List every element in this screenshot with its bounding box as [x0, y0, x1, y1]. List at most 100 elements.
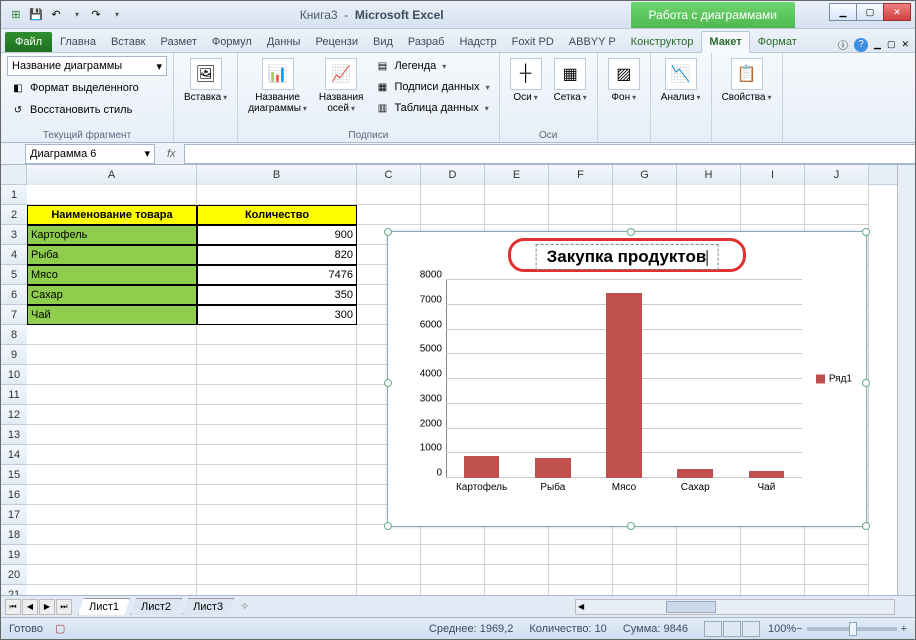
row-header-13[interactable]: 13	[1, 425, 27, 445]
cell[interactable]	[357, 205, 421, 225]
cell[interactable]	[677, 205, 741, 225]
cell[interactable]	[197, 505, 357, 525]
chart-handle-n[interactable]	[627, 228, 635, 236]
row-header-7[interactable]: 7	[1, 305, 27, 325]
zoom-out-button[interactable]: −	[796, 623, 802, 635]
cell[interactable]	[27, 465, 197, 485]
chart-handle-nw[interactable]	[384, 228, 392, 236]
col-header-D[interactable]: D	[421, 165, 485, 185]
cell[interactable]	[197, 345, 357, 365]
cell[interactable]	[27, 345, 197, 365]
col-header-I[interactable]: I	[741, 165, 805, 185]
cell[interactable]	[613, 545, 677, 565]
cell[interactable]	[549, 205, 613, 225]
cell[interactable]	[613, 525, 677, 545]
cell[interactable]: Сахар	[27, 285, 197, 305]
tab-8[interactable]: Надстр	[452, 32, 503, 52]
cell[interactable]	[197, 445, 357, 465]
qat-customize[interactable]	[107, 6, 125, 24]
row-header-3[interactable]: 3	[1, 225, 27, 245]
cell[interactable]	[805, 525, 869, 545]
row-header-4[interactable]: 4	[1, 245, 27, 265]
cell[interactable]	[485, 585, 549, 595]
row-header-16[interactable]: 16	[1, 485, 27, 505]
cell[interactable]	[741, 205, 805, 225]
cell[interactable]	[197, 545, 357, 565]
chart-plot-area[interactable]: 010002000300040005000600070008000Картофе…	[446, 280, 802, 498]
embedded-chart[interactable]: Закупка продуктов 0100020003000400050006…	[387, 231, 867, 527]
cell[interactable]	[421, 525, 485, 545]
vertical-scrollbar[interactable]	[897, 165, 915, 595]
tab-9[interactable]: Foxit PD	[505, 32, 561, 52]
cell[interactable]	[421, 545, 485, 565]
cell[interactable]: 820	[197, 245, 357, 265]
select-all-corner[interactable]	[1, 165, 27, 185]
bar-Мясо[interactable]	[606, 293, 642, 478]
help-icon[interactable]: ?	[854, 38, 868, 52]
cell[interactable]	[27, 365, 197, 385]
cell[interactable]	[27, 505, 197, 525]
col-header-B[interactable]: B	[197, 165, 357, 185]
new-sheet-icon[interactable]: ✧	[240, 600, 249, 613]
cell[interactable]	[27, 185, 197, 205]
cell[interactable]: 300	[197, 305, 357, 325]
cell[interactable]	[421, 185, 485, 205]
tab-3[interactable]: Формул	[205, 32, 259, 52]
cell[interactable]	[197, 485, 357, 505]
row-header-11[interactable]: 11	[1, 385, 27, 405]
chart-element-selector[interactable]: Название диаграммы▾	[7, 56, 167, 76]
zoom-thumb[interactable]	[849, 622, 857, 636]
cell[interactable]	[27, 405, 197, 425]
axes-button[interactable]: ┼Оси	[506, 56, 546, 105]
fx-label[interactable]: fx	[167, 148, 176, 160]
row-header-20[interactable]: 20	[1, 565, 27, 585]
cell[interactable]	[197, 525, 357, 545]
cell[interactable]	[549, 525, 613, 545]
redo-icon[interactable]: ↷	[87, 6, 105, 24]
row-header-12[interactable]: 12	[1, 405, 27, 425]
col-header-E[interactable]: E	[485, 165, 549, 185]
view-normal[interactable]	[704, 621, 722, 637]
cell[interactable]	[677, 585, 741, 595]
view-page-layout[interactable]	[723, 621, 741, 637]
cell[interactable]	[549, 585, 613, 595]
cell[interactable]	[485, 565, 549, 585]
row-header-14[interactable]: 14	[1, 445, 27, 465]
cell[interactable]	[485, 185, 549, 205]
cell[interactable]	[357, 185, 421, 205]
sheet-tab-3[interactable]: Лист3	[182, 598, 234, 615]
macro-record-icon[interactable]: ▢	[55, 622, 65, 635]
row-header-6[interactable]: 6	[1, 285, 27, 305]
cell[interactable]	[357, 545, 421, 565]
cell[interactable]	[741, 585, 805, 595]
cell[interactable]	[677, 525, 741, 545]
workbook-close-icon[interactable]: ✕	[901, 39, 909, 50]
horizontal-scrollbar[interactable]: ◀	[575, 599, 895, 615]
tab-5[interactable]: Рецензи	[308, 32, 365, 52]
row-header-21[interactable]: 21	[1, 585, 27, 595]
row-header-5[interactable]: 5	[1, 265, 27, 285]
cell[interactable]	[805, 205, 869, 225]
chart-title-editbox[interactable]: Закупка продуктов	[536, 244, 719, 270]
cell[interactable]	[27, 545, 197, 565]
cell[interactable]	[27, 425, 197, 445]
insert-button[interactable]: 🖼 Вставка	[180, 56, 231, 105]
cell[interactable]	[485, 205, 549, 225]
row-header-9[interactable]: 9	[1, 345, 27, 365]
save-icon[interactable]: 💾	[27, 6, 45, 24]
row-header-18[interactable]: 18	[1, 525, 27, 545]
cell[interactable]	[805, 585, 869, 595]
row-header-8[interactable]: 8	[1, 325, 27, 345]
workbook-max-icon[interactable]: ▢	[887, 39, 896, 50]
cell[interactable]	[549, 545, 613, 565]
cell[interactable]	[197, 425, 357, 445]
cell[interactable]	[741, 525, 805, 545]
cell[interactable]: Рыба	[27, 245, 197, 265]
cell[interactable]	[197, 565, 357, 585]
cell[interactable]	[197, 365, 357, 385]
cell[interactable]	[485, 525, 549, 545]
cell[interactable]	[741, 185, 805, 205]
tab-10[interactable]: ABBYY P	[562, 32, 623, 52]
chart-handle-ne[interactable]	[862, 228, 870, 236]
cell[interactable]: 900	[197, 225, 357, 245]
